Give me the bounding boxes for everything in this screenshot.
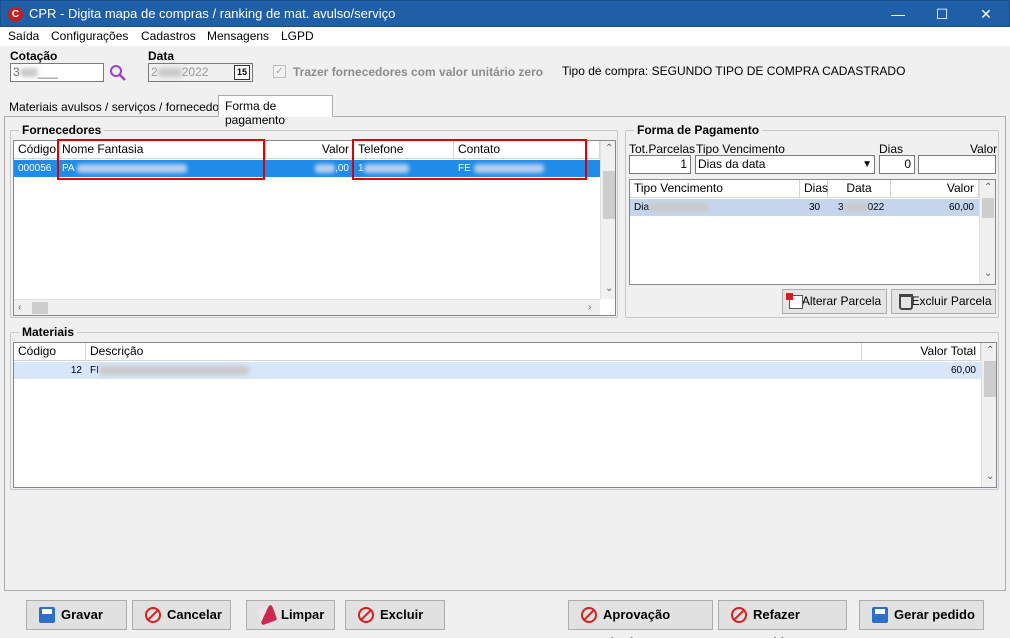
- title-bar: C CPR - Digita mapa de compras / ranking…: [0, 0, 1010, 27]
- mat-valor-total: 60,00: [950, 365, 976, 376]
- delete-icon: [358, 607, 374, 623]
- dias-label: Dias: [879, 142, 904, 156]
- parcela-data-prefix: 3: [838, 202, 844, 213]
- tipo-vencimento-value: Dias da data: [698, 157, 766, 171]
- minimize-button[interactable]: —: [875, 1, 921, 27]
- cotacao-input[interactable]: 3 ___: [10, 63, 104, 82]
- data-value-suffix: 2022: [181, 65, 209, 79]
- trazer-checkbox[interactable]: ✓: [273, 65, 286, 78]
- table-row[interactable]: Dia 30 3 022 60,00: [630, 199, 979, 216]
- save-icon: [872, 607, 888, 623]
- alterar-parcela-button[interactable]: Alterar Parcela: [782, 289, 887, 314]
- cancel-icon: [145, 607, 161, 623]
- row-valor: ,00: [335, 163, 349, 174]
- block-icon: [731, 607, 747, 623]
- save-icon: [39, 607, 55, 623]
- col-data[interactable]: Data: [828, 180, 891, 198]
- menu-saida[interactable]: Saída: [8, 29, 39, 43]
- gerar-label: Gerar pedido: [894, 607, 975, 622]
- highlight-nome-fantasia: [57, 139, 265, 180]
- col-valor-parcela[interactable]: Valor: [891, 180, 979, 198]
- menu-configuracoes[interactable]: Configurações: [51, 29, 128, 43]
- data-label: Data: [148, 49, 175, 63]
- mat-codigo: 12: [70, 365, 82, 376]
- materiais-title: Materiais: [19, 325, 78, 339]
- forma-pagamento-title: Forma de Pagamento: [634, 123, 763, 137]
- window-title: CPR - Digita mapa de compras / ranking d…: [29, 6, 396, 21]
- aprovacao-label: Aprovação técnica: [603, 607, 671, 638]
- refazer-ranking-button[interactable]: Refazer ranking: [718, 600, 847, 638]
- tab-forma-pagamento[interactable]: Forma de pagamento: [218, 95, 333, 127]
- gravar-label: Gravar: [61, 607, 103, 622]
- col-mat-valor-total[interactable]: Valor Total: [862, 343, 981, 361]
- menu-bar: Saída Configurações Cadastros Mensagens …: [0, 27, 1010, 46]
- calendar-icon[interactable]: 15: [234, 65, 250, 80]
- data-value-prefix: 2: [151, 65, 158, 79]
- eraser-icon: [256, 604, 278, 626]
- fornecedores-hscroll[interactable]: ‹ ›: [14, 299, 600, 315]
- highlight-telefone-contato: [352, 139, 587, 180]
- dias-input[interactable]: 0: [879, 155, 915, 174]
- gravar-button[interactable]: Gravar: [26, 600, 127, 630]
- tab-materiais[interactable]: Materiais avulsos / serviços / fornecedo…: [9, 100, 236, 114]
- chevron-down-icon[interactable]: ▼: [862, 156, 872, 173]
- tot-parcelas-label: Tot.Parcelas: [629, 142, 696, 156]
- tipo-compra-text: Tipo de compra: SEGUNDO TIPO DE COMPRA C…: [562, 64, 906, 78]
- menu-cadastros[interactable]: Cadastros: [141, 29, 196, 43]
- excluir-parcela-button[interactable]: Excluir Parcela: [891, 289, 996, 314]
- col-tipo-vencimento[interactable]: Tipo Vencimento: [630, 180, 800, 198]
- valor-input[interactable]: [918, 155, 996, 174]
- trazer-label: Trazer fornecedores com valor unitário z…: [293, 65, 544, 79]
- fornecedores-vscroll[interactable]: ⌃ ⌄: [600, 141, 615, 299]
- valor-label: Valor: [970, 142, 998, 156]
- search-icon[interactable]: [109, 64, 127, 82]
- cancelar-button[interactable]: Cancelar: [132, 600, 231, 630]
- excluir-label: Excluir: [380, 607, 424, 622]
- parcela-dias: 30: [809, 202, 821, 213]
- block-icon: [581, 607, 597, 623]
- app-logo-icon: C: [8, 7, 23, 22]
- fornecedores-title: Fornecedores: [19, 123, 105, 137]
- materiais-vscroll[interactable]: ⌃ ⌄: [981, 343, 996, 487]
- edit-doc-icon: [786, 293, 803, 309]
- limpar-button[interactable]: Limpar: [246, 600, 335, 630]
- col-codigo[interactable]: Código: [14, 141, 58, 159]
- row-codigo: 000056: [18, 163, 52, 174]
- parcela-valor: 60,00: [948, 202, 974, 213]
- menu-mensagens[interactable]: Mensagens: [207, 29, 269, 43]
- col-mat-descricao[interactable]: Descrição: [86, 343, 862, 361]
- parcelas-vscroll[interactable]: ⌃ ⌄: [979, 180, 995, 284]
- tipo-vencimento-label: Tipo Vencimento: [696, 142, 785, 156]
- mat-descricao: FI: [90, 365, 99, 376]
- gerar-pedido-button[interactable]: Gerar pedido: [859, 600, 984, 630]
- col-valor[interactable]: Valor: [266, 141, 354, 159]
- cotacao-suffix: ___: [37, 65, 58, 79]
- col-mat-codigo[interactable]: Código: [14, 343, 86, 361]
- parcelas-grid[interactable]: Tipo Vencimento Dias Data Valor Dia 30 3…: [629, 179, 996, 285]
- limpar-label: Limpar: [281, 607, 325, 622]
- maximize-button[interactable]: ☐: [919, 1, 965, 27]
- refazer-label: Refazer ranking: [753, 607, 800, 638]
- table-row[interactable]: 12 FI 60,00: [14, 362, 981, 379]
- materiais-grid[interactable]: Código Descrição Valor Total 12 FI 60,00…: [13, 342, 997, 488]
- excluir-button[interactable]: Excluir: [345, 600, 445, 630]
- cancelar-label: Cancelar: [167, 607, 222, 622]
- col-dias[interactable]: Dias: [800, 180, 828, 198]
- tipo-vencimento-select[interactable]: Dias da data ▼: [695, 155, 875, 174]
- menu-lgpd[interactable]: LGPD: [281, 29, 314, 43]
- cotacao-value: 3: [13, 65, 20, 79]
- parcela-tipo: Dia: [634, 202, 650, 213]
- trash-icon: [899, 294, 913, 310]
- aprovacao-tecnica-button[interactable]: Aprovação técnica: [568, 600, 713, 638]
- tot-parcelas-input[interactable]: 1: [629, 155, 691, 174]
- parcela-data-suffix: 022: [867, 202, 885, 213]
- cotacao-label: Cotação: [10, 49, 58, 63]
- close-button[interactable]: ✕: [963, 1, 1009, 27]
